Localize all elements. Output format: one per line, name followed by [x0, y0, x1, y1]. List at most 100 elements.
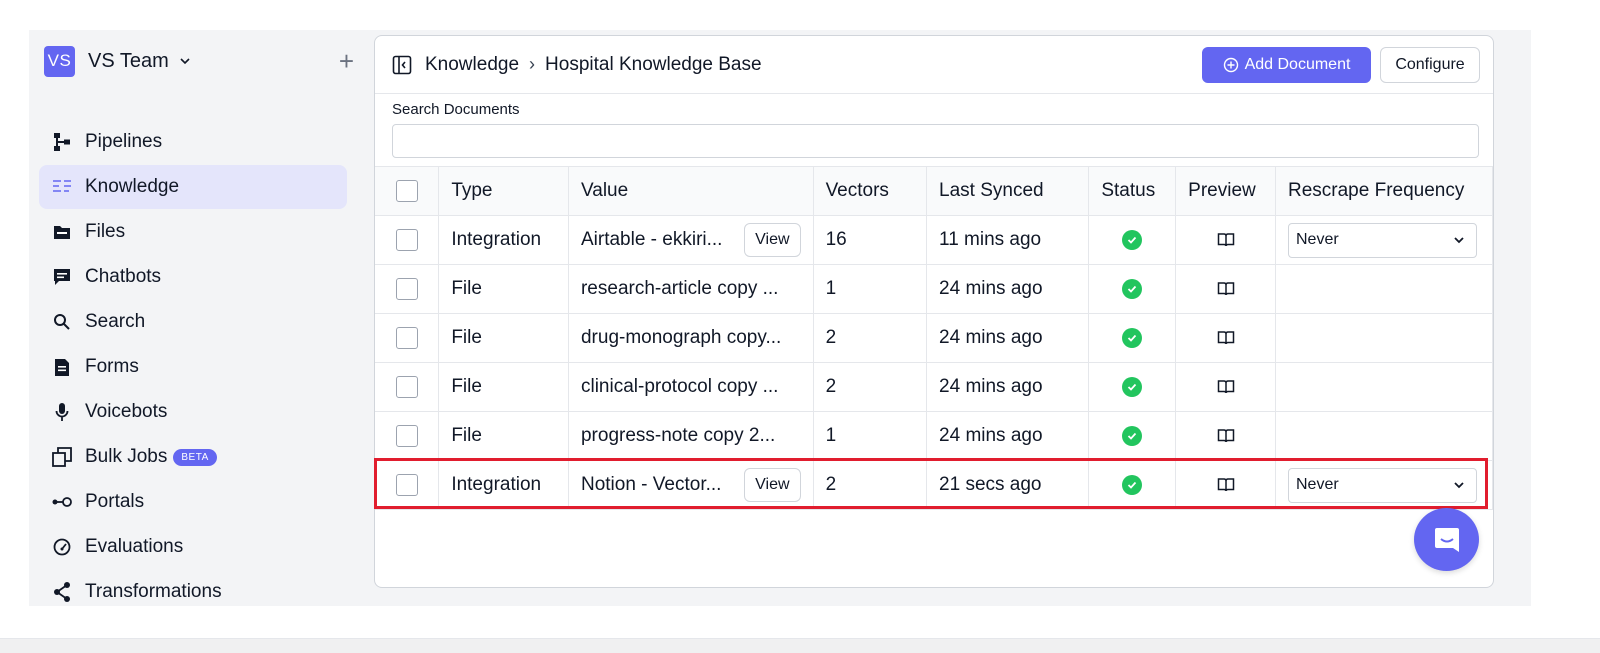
sidebar-item-label: Knowledge — [85, 176, 180, 197]
select-all-checkbox[interactable] — [396, 180, 418, 202]
breadcrumb-separator: › — [529, 54, 536, 74]
value-cell: drug-monograph copy... — [567, 313, 814, 363]
sidebar-item-voicebots[interactable]: Voicebots — [39, 390, 347, 434]
add-document-button[interactable]: Add Document — [1202, 47, 1371, 83]
book-open-icon[interactable] — [1217, 379, 1235, 395]
column-header-rescrape-frequency[interactable]: Rescrape Frequency — [1275, 166, 1493, 216]
team-switcher[interactable]: VS VS Team + — [44, 45, 354, 77]
sidebar-item-label: Bulk Jobs — [85, 446, 168, 467]
book-open-icon[interactable] — [1217, 232, 1235, 248]
last-synced-cell: 24 mins ago — [926, 411, 1090, 461]
view-button[interactable]: View — [744, 468, 801, 502]
row-checkbox[interactable] — [396, 376, 418, 398]
last-synced-cell: 11 mins ago — [926, 215, 1090, 265]
sidebar-item-label: Transformations — [85, 581, 222, 602]
vectors-cell: 2 — [812, 313, 928, 363]
type-cell: File — [438, 362, 569, 412]
last-synced-cell: 24 mins ago — [926, 313, 1090, 363]
rescrape-frequency-select[interactable]: Never — [1288, 222, 1477, 258]
value-text: Notion - Vector... — [580, 474, 722, 495]
chat-icon — [51, 266, 73, 288]
row-select-cell — [375, 215, 440, 265]
sidebar-item-label: Chatbots — [85, 266, 162, 287]
sidebar-item-portals[interactable]: Portals — [39, 480, 347, 524]
row-checkbox[interactable] — [396, 425, 418, 447]
check-circle-icon — [1122, 279, 1143, 299]
value-cell: Notion - Vector... View — [567, 460, 814, 510]
sidebar-item-transformations[interactable]: Transformations — [39, 570, 347, 614]
sidebar-item-chatbots[interactable]: Chatbots — [39, 255, 347, 299]
book-open-icon[interactable] — [1217, 281, 1235, 297]
team-name: VS Team — [88, 49, 169, 72]
vectors-cell: 1 — [812, 264, 928, 314]
check-circle-icon — [1122, 426, 1143, 446]
rescrape-frequency-select[interactable]: Never — [1288, 467, 1477, 503]
pipelines-icon — [51, 131, 73, 153]
check-circle-icon — [1122, 230, 1143, 250]
status-cell — [1088, 411, 1177, 461]
column-header-status[interactable]: Status — [1088, 166, 1177, 216]
chevron-down-icon — [180, 58, 190, 65]
vectors-cell: 16 — [812, 215, 928, 265]
frequency-cell: Never — [1275, 460, 1493, 510]
configure-button[interactable]: Configure — [1380, 47, 1480, 83]
book-open-icon[interactable] — [1217, 428, 1235, 444]
table-row: Integration Airtable - ekkiri... View 16 … — [375, 215, 1493, 265]
breadcrumb-knowledge[interactable]: Knowledge — [425, 54, 519, 76]
sidebar-item-pipelines[interactable]: Pipelines — [39, 120, 347, 164]
table-row: File clinical-protocol copy ... 2 24 min… — [375, 362, 1493, 412]
type-cell: File — [438, 411, 569, 461]
value-text: Airtable - ekkiri... — [580, 229, 723, 250]
vectors-cell: 2 — [812, 460, 928, 510]
sidebar-item-bulk-jobs[interactable]: Bulk Jobs BETA — [39, 435, 347, 479]
row-select-cell — [375, 460, 440, 510]
row-checkbox[interactable] — [396, 229, 418, 251]
sidebar-item-evaluations[interactable]: Evaluations — [39, 525, 347, 569]
gauge-icon — [51, 536, 73, 558]
sidebar-item-search[interactable]: Search — [39, 300, 347, 344]
column-header-value[interactable]: Value — [567, 166, 814, 216]
row-checkbox[interactable] — [396, 474, 418, 496]
column-header-last-synced[interactable]: Last Synced — [926, 166, 1090, 216]
sidebar-item-label: Search — [85, 311, 146, 332]
preview-cell — [1175, 313, 1276, 363]
sidebar-toggle-icon[interactable] — [392, 55, 412, 75]
search-documents-input[interactable] — [392, 124, 1479, 158]
table-row: File progress-note copy 2... 1 24 mins a… — [375, 411, 1493, 461]
column-header-preview[interactable]: Preview — [1175, 166, 1276, 216]
status-cell — [1088, 215, 1177, 265]
row-select-cell — [375, 411, 440, 461]
preview-cell — [1175, 264, 1276, 314]
column-header-vectors[interactable]: Vectors — [812, 166, 928, 216]
search-label: Search Documents — [392, 101, 520, 118]
sidebar-item-knowledge[interactable]: Knowledge — [39, 165, 347, 209]
column-header-type[interactable]: Type — [438, 166, 569, 216]
chat-bubble-icon — [1434, 527, 1459, 552]
frequency-cell — [1275, 264, 1493, 314]
table-row: File research-article copy ... 1 24 mins… — [375, 264, 1493, 314]
last-synced-cell: 24 mins ago — [926, 362, 1090, 412]
row-checkbox[interactable] — [396, 327, 418, 349]
microphone-icon — [51, 401, 73, 423]
row-select-cell — [375, 313, 440, 363]
team-avatar: VS — [44, 45, 75, 77]
book-open-icon[interactable] — [1217, 477, 1235, 493]
chat-launcher-button[interactable] — [1414, 508, 1479, 571]
copy-icon — [51, 446, 73, 468]
frequency-cell — [1275, 362, 1493, 412]
value-cell: Airtable - ekkiri... View — [567, 215, 814, 265]
view-button[interactable]: View — [744, 223, 801, 257]
book-open-icon[interactable] — [1217, 330, 1235, 346]
sidebar-item-forms[interactable]: Forms — [39, 345, 347, 389]
sidebar-item-files[interactable]: Files — [39, 210, 347, 254]
frequency-cell — [1275, 313, 1493, 363]
breadcrumb-current: Hospital Knowledge Base — [545, 53, 762, 75]
sidebar-item-label: Pipelines — [85, 131, 163, 152]
add-icon[interactable]: + — [339, 48, 354, 74]
sidebar-item-label: Portals — [85, 491, 145, 512]
preview-cell — [1175, 215, 1276, 265]
status-cell — [1088, 264, 1177, 314]
row-checkbox[interactable] — [396, 278, 418, 300]
row-select-cell — [375, 264, 440, 314]
sidebar-item-label: Forms — [85, 356, 139, 377]
